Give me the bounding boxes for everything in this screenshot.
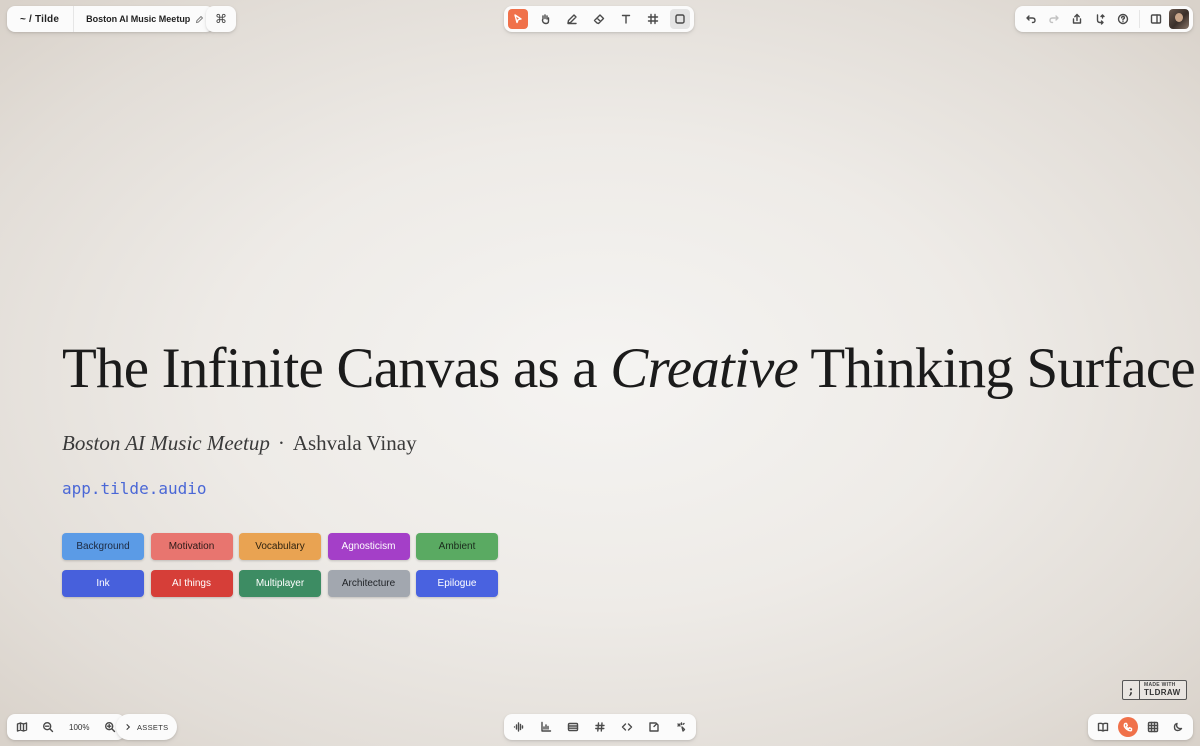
hash-icon[interactable]: [590, 717, 610, 737]
top-left-panel: ~ / Tilde Boston AI Music Meetup: [7, 6, 215, 32]
main-toolbar: [504, 6, 694, 32]
tldraw-logo-icon: ;: [1123, 681, 1140, 699]
zoom-out-icon[interactable]: [38, 717, 58, 737]
help-icon[interactable]: [1113, 9, 1133, 29]
user-avatar[interactable]: [1169, 9, 1189, 29]
chart-icon[interactable]: [536, 717, 556, 737]
chip-epilogue[interactable]: Epilogue: [416, 570, 498, 597]
sparkle-icon[interactable]: [671, 717, 691, 737]
chip-ink[interactable]: Ink: [62, 570, 144, 597]
author-name: Ashvala Vinay: [292, 431, 417, 455]
breadcrumb[interactable]: ~ / Tilde: [7, 6, 75, 32]
assets-label: ASSETS: [137, 722, 169, 732]
section-chips: Background Motivation Vocabulary Agnosti…: [62, 533, 498, 597]
waveform-icon[interactable]: [509, 717, 529, 737]
command-menu-button[interactable]: ⌘: [206, 6, 236, 32]
share-icon[interactable]: [1067, 9, 1087, 29]
title-emphasis: Creative: [610, 337, 799, 400]
zoom-level[interactable]: 100%: [64, 723, 94, 732]
cursor-icon[interactable]: [508, 9, 528, 29]
event-name: Boston AI Music Meetup: [62, 431, 270, 455]
command-icon: ⌘: [215, 12, 227, 26]
list-icon[interactable]: [563, 717, 583, 737]
map-icon[interactable]: [12, 717, 32, 737]
bottom-right-panel: [1088, 714, 1193, 740]
eraser-icon[interactable]: [589, 9, 609, 29]
fork-icon[interactable]: [1090, 9, 1110, 29]
frame-icon[interactable]: [643, 9, 663, 29]
edit-pencil-icon[interactable]: [195, 15, 204, 24]
text-icon[interactable]: [616, 9, 636, 29]
chip-background[interactable]: Background: [62, 533, 144, 560]
rectangle-icon[interactable]: [670, 9, 690, 29]
app-url-link[interactable]: app.tilde.audio: [62, 479, 207, 498]
grid-icon[interactable]: [1143, 717, 1163, 737]
title-part-1: The Infinite Canvas as a: [62, 337, 611, 400]
chevron-right-icon: [124, 723, 132, 731]
title-part-2: Thinking Surface: [798, 337, 1195, 400]
navigation-panel: 100%: [7, 714, 126, 740]
sidebar-icon[interactable]: [1146, 9, 1166, 29]
chip-vocabulary[interactable]: Vocabulary: [239, 533, 321, 560]
top-right-panel: [1015, 6, 1193, 32]
slide-title: The Infinite Canvas as a Creative Thinki…: [62, 336, 1196, 401]
toolbar-divider: [1139, 10, 1140, 28]
chip-motivation[interactable]: Motivation: [150, 533, 233, 560]
chip-ambient[interactable]: Ambient: [416, 533, 498, 560]
redo-icon[interactable]: [1044, 9, 1064, 29]
note-icon[interactable]: [644, 717, 664, 737]
made-with-tldraw-badge[interactable]: ; MADE WITH TLDRAW: [1122, 680, 1187, 700]
pencil-icon[interactable]: [562, 9, 582, 29]
document-title-area[interactable]: Boston AI Music Meetup: [74, 14, 214, 24]
undo-icon[interactable]: [1021, 9, 1041, 29]
chip-agnosticism[interactable]: Agnosticism: [327, 533, 410, 560]
hand-icon[interactable]: [535, 9, 555, 29]
document-title[interactable]: Boston AI Music Meetup: [86, 14, 190, 24]
assets-toggle[interactable]: ASSETS: [116, 714, 178, 740]
chip-architecture[interactable]: Architecture: [327, 570, 410, 597]
chip-ai-things[interactable]: AI things: [150, 570, 233, 597]
code-icon[interactable]: [617, 717, 637, 737]
moon-icon[interactable]: [1168, 717, 1188, 737]
bottom-toolbar: [504, 714, 696, 740]
phone-icon[interactable]: [1118, 717, 1138, 737]
subtitle-separator: ·: [277, 431, 285, 455]
chip-multiplayer[interactable]: Multiplayer: [239, 570, 321, 597]
book-icon[interactable]: [1093, 717, 1113, 737]
slide-subtitle: Boston AI Music Meetup · Ashvala Vinay: [62, 431, 417, 456]
watermark-big-text: TLDRAW: [1144, 688, 1181, 697]
